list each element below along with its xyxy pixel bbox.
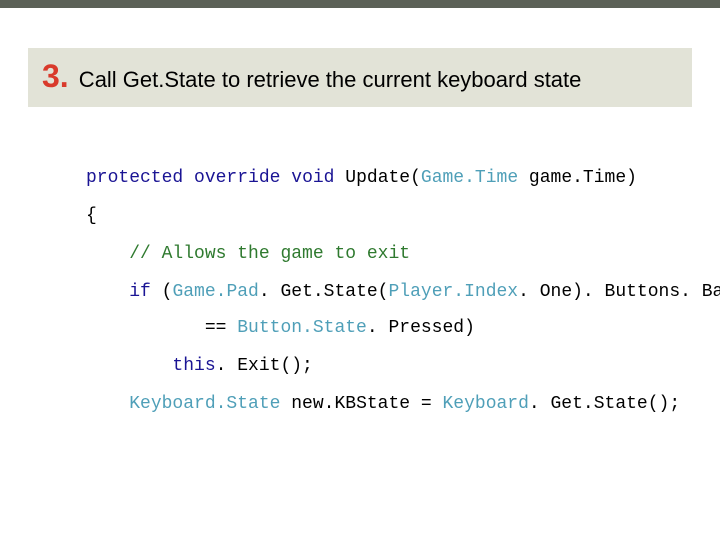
code-line: Keyboard.State new.KBState = Keyboard. G… xyxy=(86,395,660,413)
step-title: Call Get.State to retrieve the current k… xyxy=(73,67,582,92)
code-token: . Exit(); xyxy=(216,356,313,376)
code-token: Game.Time xyxy=(421,168,518,188)
code-token: Player.Index xyxy=(388,282,518,302)
code-line: { xyxy=(86,207,660,225)
code-token: Game.Pad xyxy=(172,282,258,302)
code-token xyxy=(183,168,194,188)
top-accent-bar xyxy=(0,0,720,8)
code-token: game.Time) xyxy=(518,168,637,188)
code-token: . Pressed) xyxy=(367,318,475,338)
step-number: 3. xyxy=(42,58,69,94)
code-token xyxy=(280,168,291,188)
code-token xyxy=(86,244,129,264)
code-token: == xyxy=(86,318,237,338)
code-token: this xyxy=(172,356,215,376)
code-token: Button.State xyxy=(237,318,367,338)
slide: 3. Call Get.State to retrieve the curren… xyxy=(0,0,720,540)
code-token: . Get.State(); xyxy=(529,394,680,414)
code-token xyxy=(86,356,172,376)
code-token: ( xyxy=(151,282,173,302)
step-heading: 3. Call Get.State to retrieve the curren… xyxy=(28,48,692,107)
code-token: Keyboard xyxy=(442,394,528,414)
code-token: void xyxy=(291,168,334,188)
code-token: override xyxy=(194,168,280,188)
code-line: this. Exit(); xyxy=(86,357,660,375)
code-block: protected override void Update(Game.Time… xyxy=(86,169,660,413)
code-line: if (Game.Pad. Get.State(Player.Index. On… xyxy=(86,283,660,301)
code-token: protected xyxy=(86,168,183,188)
code-token: Keyboard.State xyxy=(129,394,280,414)
code-token: // Allows the game to exit xyxy=(129,244,410,264)
code-token: Update( xyxy=(334,168,420,188)
code-token: new.KBState = xyxy=(280,394,442,414)
code-line: // Allows the game to exit xyxy=(86,245,660,263)
code-line: == Button.State. Pressed) xyxy=(86,319,660,337)
code-token: . Get.State( xyxy=(259,282,389,302)
code-token: . One). Buttons. Back xyxy=(518,282,720,302)
code-line: protected override void Update(Game.Time… xyxy=(86,169,660,187)
code-token xyxy=(86,394,129,414)
code-token xyxy=(86,282,129,302)
code-token: if xyxy=(129,282,151,302)
code-token: { xyxy=(86,206,97,226)
